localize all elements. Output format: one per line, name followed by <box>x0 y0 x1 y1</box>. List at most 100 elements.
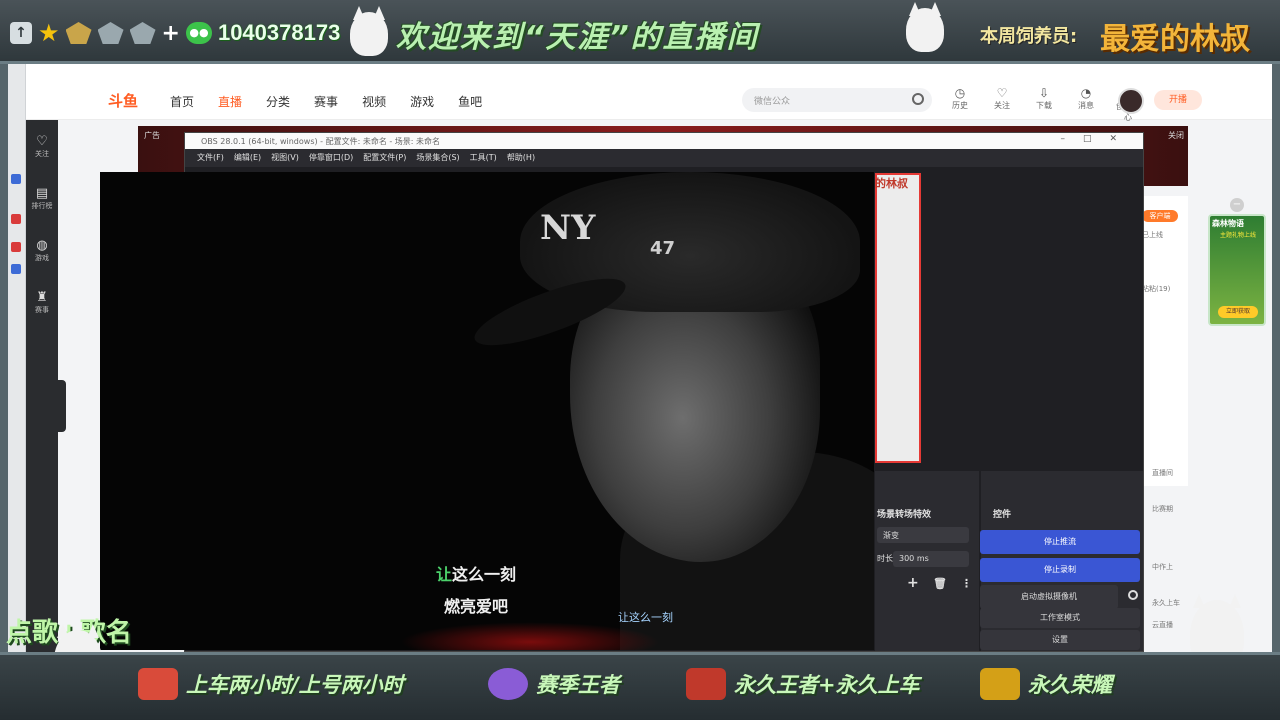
overlay-top-banner: ↑ ★ + ●● 1040378173 欢迎来到“天涯”的直播间 本周饲养员: … <box>0 0 1280 64</box>
duration-label: 时长 <box>877 554 893 563</box>
heart-icon: ♡ <box>36 134 48 149</box>
sidebar-item-events[interactable]: ♜ 赛事 <box>26 290 58 315</box>
reward-text: 永久王者+永久上车 <box>734 673 920 697</box>
menu-help[interactable]: 帮助(H) <box>507 152 535 164</box>
plus-icon: + <box>161 20 180 46</box>
preview-source-label: 的林叔 <box>875 177 908 190</box>
obs-title-text: OBS 28.0.1 (64-bit, windows) - 配置文件: 未命名… <box>201 137 441 146</box>
menu-scene-collection[interactable]: 场景集合(S) <box>416 152 459 164</box>
follow-button[interactable]: ♡ 关注 <box>988 86 1016 123</box>
rank-badge-icon <box>97 22 124 44</box>
avatar[interactable] <box>1118 88 1144 114</box>
nav-live[interactable]: 直播 <box>218 93 242 110</box>
panel-text: 中作上 <box>1152 563 1173 571</box>
panel-text: 已上线 <box>1142 231 1163 239</box>
menu-edit[interactable]: 编辑(E) <box>234 152 261 164</box>
reward-text: 永久荣耀 <box>1028 673 1112 697</box>
rank-badge-icon <box>65 22 92 44</box>
more-icon[interactable]: ⋮ <box>961 577 972 590</box>
site-sidebar: ♡ 关注 ▤ 排行榜 ◍ 游戏 ♜ 赛事 <box>26 120 58 652</box>
obs-titlebar[interactable]: OBS 28.0.1 (64-bit, windows) - 配置文件: 未命名… <box>185 133 1143 149</box>
download-button[interactable]: ⇩ 下载 <box>1030 86 1058 123</box>
left-rail <box>8 64 26 652</box>
upload-icon: ↑ <box>10 22 32 44</box>
site-logo[interactable]: 斗鱼 <box>108 90 138 111</box>
wechat-number: 1040378173 <box>217 20 341 45</box>
add-icon[interactable]: + <box>907 575 919 591</box>
duration-input[interactable]: 300 ms <box>893 551 969 567</box>
menu-tools[interactable]: 工具(T) <box>470 152 497 164</box>
main-nav: 首页 直播 分类 赛事 视频 游戏 鱼吧 <box>170 93 482 110</box>
rail-icon[interactable] <box>11 242 21 252</box>
cap-number: 47 <box>650 238 676 259</box>
menu-view[interactable]: 视图(V) <box>271 152 299 164</box>
transition-select[interactable]: 渐变 <box>877 527 969 543</box>
menu-file[interactable]: 文件(F) <box>197 152 224 164</box>
list-icon: ▤ <box>35 186 49 201</box>
panel-text: 永久上车 <box>1152 599 1180 607</box>
stop-recording-button[interactable]: 停止录制 <box>980 558 1140 582</box>
close-icon[interactable]: − <box>1230 198 1244 212</box>
cat-mascot-icon <box>906 8 944 52</box>
preview-source-selection[interactable] <box>875 173 921 463</box>
search-input[interactable]: 微信公众 <box>742 88 932 112</box>
star-icon: ★ <box>38 19 60 47</box>
obs-menubar: 文件(F) 编辑(E) 视图(V) 停靠窗口(D) 配置文件(P) 场景集合(S… <box>185 149 1143 167</box>
stop-streaming-button[interactable]: 停止推流 <box>980 530 1140 554</box>
video-preview[interactable]: NY 47 让这么一刻 燃亮爱吧 让这么一刻 <box>100 172 874 650</box>
welcome-banner: 欢迎来到“天涯”的直播间 <box>396 20 759 55</box>
rail-icon[interactable] <box>11 174 21 184</box>
reward-text: 赛季王者 <box>536 673 620 697</box>
sidebar-item-ranking[interactable]: ▤ 排行榜 <box>26 186 58 211</box>
rank-badge-icon <box>129 22 156 44</box>
feeder-label: 本周饲养员: <box>980 26 1078 47</box>
close-ad-button[interactable]: 关闭 <box>1168 130 1184 141</box>
nav-category[interactable]: 分类 <box>266 93 290 110</box>
heart-icon: ♡ <box>996 86 1008 100</box>
king-badge-icon <box>488 668 528 700</box>
cat-mascot-icon <box>350 12 388 56</box>
download-icon: ⇩ <box>1038 86 1050 100</box>
gear-icon[interactable] <box>1128 590 1138 600</box>
lyric-highlight: 让 <box>436 565 453 584</box>
jet-icon <box>138 668 178 700</box>
nav-home[interactable]: 首页 <box>170 93 194 110</box>
golden-rocket-icon <box>980 668 1020 700</box>
red-glow <box>400 622 660 650</box>
history-button[interactable]: ◷ 历史 <box>946 86 974 123</box>
reward-text: 上车两小时/上号两小时 <box>186 673 404 697</box>
panel-text: 直播间 <box>1152 469 1173 477</box>
transitions-title: 场景转场特效 <box>877 510 932 520</box>
game-promo-button[interactable]: 立即获取 <box>1218 306 1258 318</box>
overlay-frame-left <box>0 64 8 652</box>
start-virtual-camera-button[interactable]: 启动虚拟摄像机 <box>980 585 1118 609</box>
search-placeholder: 微信公众 <box>754 97 791 107</box>
sidebar-item-follow[interactable]: ♡ 关注 <box>26 134 58 159</box>
gamepad-icon: ◍ <box>36 238 48 253</box>
sidebar-item-games[interactable]: ◍ 游戏 <box>26 238 58 263</box>
reward-item: 赛季王者 <box>488 668 620 700</box>
nav-video[interactable]: 视频 <box>362 93 386 110</box>
client-download-button[interactable]: 客户端 <box>1142 210 1178 222</box>
studio-mode-button[interactable]: 工作室模式 <box>980 608 1140 628</box>
nav-games[interactable]: 游戏 <box>410 93 434 110</box>
trash-icon[interactable]: 🗑 <box>933 577 947 590</box>
rail-icon[interactable] <box>11 214 21 224</box>
menu-profile[interactable]: 配置文件(P) <box>363 152 406 164</box>
nav-fishbar[interactable]: 鱼吧 <box>458 93 482 110</box>
nav-events[interactable]: 赛事 <box>314 93 338 110</box>
cap-logo: NY <box>540 208 596 248</box>
search-icon[interactable] <box>912 93 924 105</box>
rail-icon[interactable] <box>11 264 21 274</box>
lyric-line-2: 燃亮爱吧 <box>444 597 509 616</box>
toolbar: ◷历史 ♡关注 ⇩下载 ◔消息 ⌖创作中心 <box>946 86 1142 123</box>
reward-item: 永久王者+永久上车 <box>686 668 920 700</box>
rocket-icon <box>686 668 726 700</box>
menu-docks[interactable]: 停靠窗口(D) <box>309 152 353 164</box>
feeder-name: 最爱的林叔 <box>1100 22 1250 57</box>
go-live-button[interactable]: 开播 <box>1154 90 1202 110</box>
messages-button[interactable]: ◔ 消息 <box>1072 86 1100 123</box>
sidebar-collapse-handle[interactable] <box>58 380 66 432</box>
window-controls[interactable]: –□✕ <box>1060 134 1135 144</box>
settings-button[interactable]: 设置 <box>980 630 1140 650</box>
